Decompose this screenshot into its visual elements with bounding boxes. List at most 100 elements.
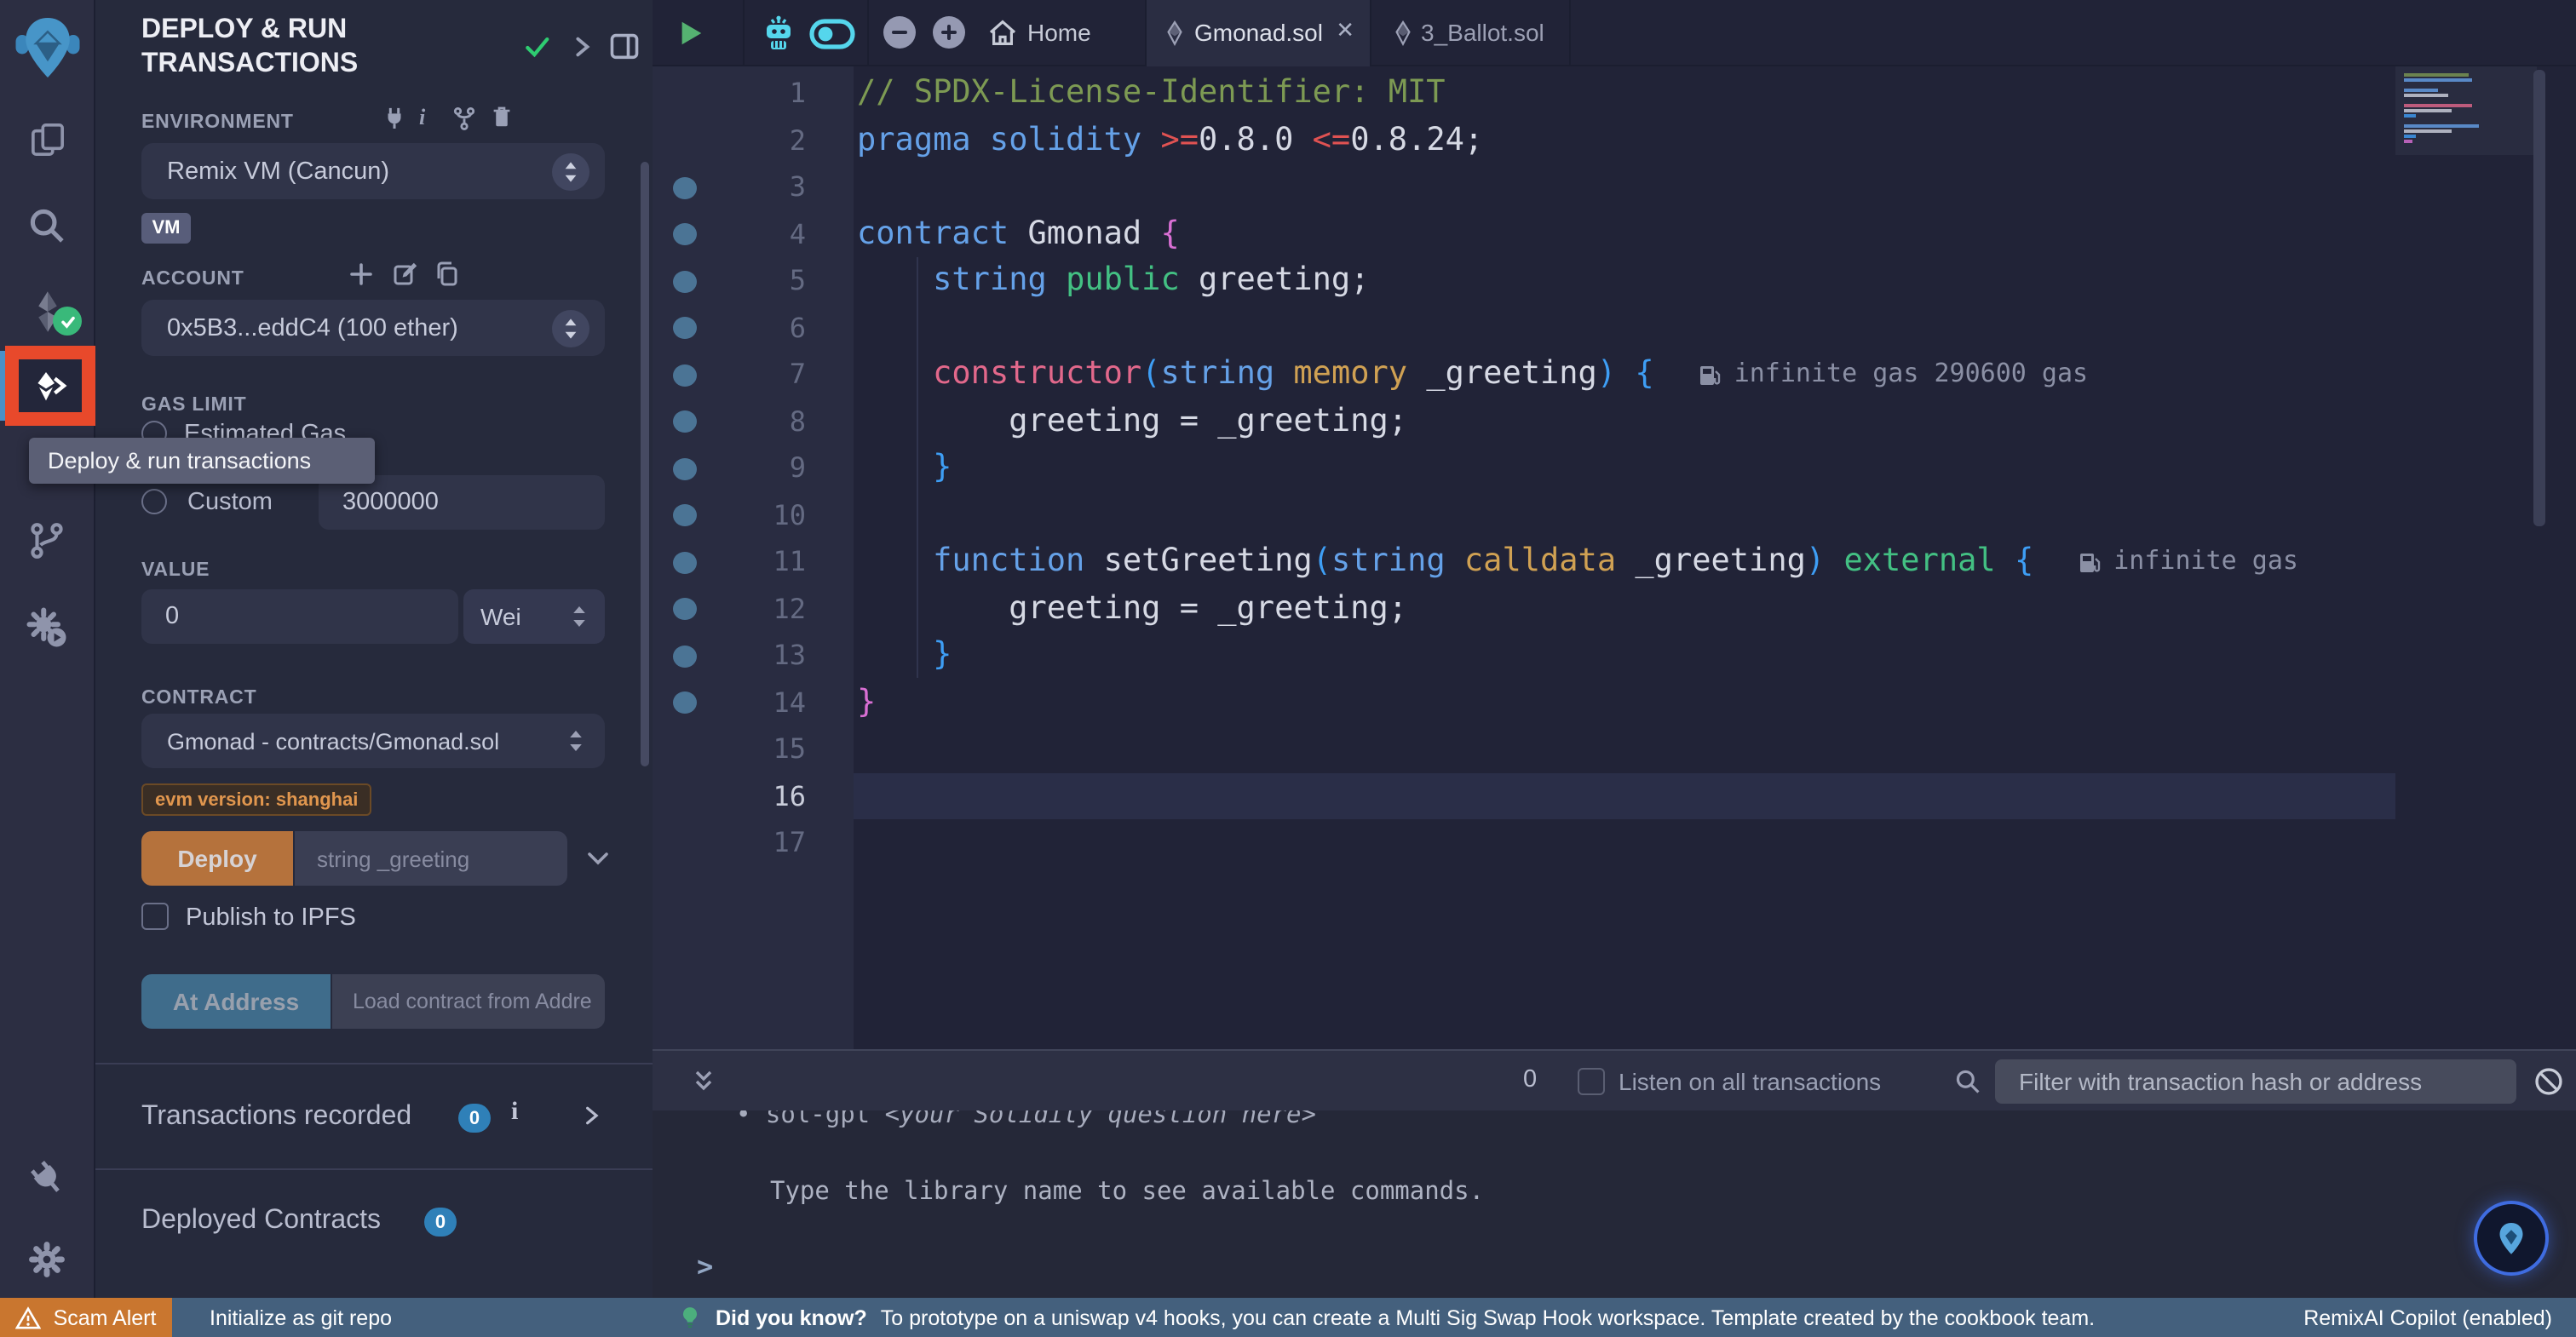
code-line[interactable]	[854, 304, 2395, 351]
tab-close-icon[interactable]: ✕	[1336, 17, 1354, 44]
deploy-arg-input[interactable]	[295, 831, 567, 886]
code-line[interactable]: }	[854, 445, 2395, 491]
code-line[interactable]	[854, 819, 2395, 866]
breakpoint-dot[interactable]	[673, 364, 697, 386]
gutter-row[interactable]: 8	[653, 398, 854, 445]
code-line[interactable]	[854, 491, 2395, 538]
ai-robot-icon[interactable]	[758, 15, 799, 60]
copilot-status[interactable]: RemixAI Copilot (enabled)	[2303, 1298, 2552, 1337]
breakpoint-dot[interactable]	[673, 551, 697, 573]
code-line[interactable]	[854, 164, 2395, 210]
gutter-row[interactable]: 1	[653, 70, 854, 117]
at-address-input[interactable]	[332, 974, 605, 1029]
git-init-button[interactable]: Initialize as git repo	[210, 1298, 392, 1337]
account-copy-icon[interactable]	[433, 261, 460, 296]
breakpoint-dot[interactable]	[673, 691, 697, 714]
code-line[interactable]: contract Gmonad {	[854, 210, 2395, 257]
remix-logo-icon[interactable]	[0, 14, 94, 82]
settings-gear-icon[interactable]	[0, 1240, 94, 1279]
breakpoint-dot[interactable]	[673, 317, 697, 339]
minimap[interactable]	[2395, 66, 2516, 1049]
code-line[interactable]: function setGreeting(string calldata _gr…	[854, 538, 2395, 585]
breakpoint-dot[interactable]	[673, 176, 697, 198]
gutter-row[interactable]: 2	[653, 117, 854, 164]
code-editor[interactable]: 1234567891011121314151617 // SPDX-Licens…	[653, 66, 2576, 1049]
breakpoint-dot[interactable]	[673, 270, 697, 292]
search-icon[interactable]	[0, 206, 94, 245]
gutter-row[interactable]: 7	[653, 351, 854, 398]
breakpoint-dot[interactable]	[673, 410, 697, 433]
remix-ai-assistant-button[interactable]	[2474, 1201, 2549, 1276]
custom-gas-radio[interactable]	[141, 489, 167, 514]
plugin-manager-icon[interactable]	[0, 1158, 94, 1199]
transactions-expand-icon[interactable]	[579, 1104, 603, 1136]
account-stepper-icon[interactable]	[552, 309, 589, 355]
gutter-row[interactable]: 15	[653, 726, 854, 772]
file-explorer-icon[interactable]	[0, 119, 94, 160]
value-input[interactable]	[141, 589, 458, 644]
git-icon[interactable]	[0, 521, 94, 560]
account-edit-icon[interactable]	[392, 261, 419, 296]
collapse-terminal-icon[interactable]	[690, 1068, 717, 1104]
home-icon[interactable]	[986, 17, 1019, 58]
tab-gmonad-sol[interactable]: Gmonad.sol ✕	[1145, 0, 1371, 66]
breakpoint-dot[interactable]	[673, 223, 697, 245]
environment-select[interactable]: Remix VM (Cancun)	[141, 143, 605, 199]
home-tab-label[interactable]: Home	[1027, 19, 1091, 46]
clear-terminal-icon[interactable]	[2533, 1066, 2564, 1105]
gutter-row[interactable]: 13	[653, 632, 854, 679]
breakpoint-dot[interactable]	[673, 645, 697, 667]
breakpoint-dot[interactable]	[673, 457, 697, 479]
gutter-row[interactable]: 12	[653, 585, 854, 632]
environment-info-icon[interactable]: i	[419, 104, 425, 131]
gutter-row[interactable]: 9	[653, 445, 854, 491]
code-line[interactable]: // SPDX-License-Identifier: MIT	[854, 70, 2395, 117]
code-line[interactable]: }	[854, 632, 2395, 679]
breakpoint-dot[interactable]	[673, 504, 697, 526]
value-unit-select[interactable]: Wei	[463, 589, 605, 644]
deploy-expand-chevron-icon[interactable]	[584, 845, 612, 881]
deploy-button[interactable]: Deploy	[141, 831, 293, 886]
listen-transactions-checkbox[interactable]	[1578, 1068, 1605, 1095]
terminal-search-icon[interactable]	[1954, 1068, 1981, 1104]
zoom-out-icon[interactable]	[883, 15, 917, 58]
gutter-row[interactable]: 6	[653, 304, 854, 351]
code-lines[interactable]: // SPDX-License-Identifier: MITpragma so…	[854, 66, 2395, 1049]
environment-plug-icon[interactable]	[382, 106, 407, 140]
terminal-output[interactable]: • sol-gpt <your Solidity question here> …	[653, 1110, 2576, 1298]
code-line[interactable]: string public greeting;	[854, 257, 2395, 304]
scam-alert-button[interactable]: Scam Alert	[0, 1298, 172, 1337]
editor-scrollbar[interactable]	[2533, 70, 2545, 526]
deploy-run-icon[interactable]	[19, 359, 82, 412]
gutter-row[interactable]: 17	[653, 819, 854, 866]
pin-panel-icon[interactable]	[608, 31, 641, 72]
at-address-button[interactable]: At Address	[141, 974, 331, 1029]
gutter-row[interactable]: 10	[653, 491, 854, 538]
gutter-row[interactable]: 14	[653, 679, 854, 726]
gutter-row[interactable]: 4	[653, 210, 854, 257]
code-line[interactable]: greeting = _greeting;	[854, 398, 2395, 445]
account-add-icon[interactable]	[348, 261, 375, 296]
solidity-unit-testing-icon[interactable]	[0, 606, 94, 649]
tab-label[interactable]: Gmonad.sol	[1194, 19, 1323, 46]
code-line[interactable]	[854, 772, 2395, 819]
code-line[interactable]: pragma solidity >=0.8.0 <=0.8.24;	[854, 117, 2395, 164]
copilot-toggle-icon[interactable]	[809, 19, 855, 58]
transactions-info-icon[interactable]: i	[511, 1099, 518, 1128]
tab-label[interactable]: 3_Ballot.sol	[1421, 19, 1544, 46]
code-line[interactable]: constructor(string memory _greeting) {in…	[854, 351, 2395, 398]
gutter-row[interactable]: 3	[653, 164, 854, 210]
tab-ballot-sol[interactable]: 3_Ballot.sol	[1375, 0, 1571, 66]
solidity-compiler-icon[interactable]	[0, 286, 94, 337]
publish-ipfs-checkbox[interactable]	[141, 903, 169, 930]
code-line[interactable]	[854, 726, 2395, 772]
contract-select[interactable]: Gmonad - contracts/Gmonad.sol	[141, 714, 605, 768]
code-line[interactable]: greeting = _greeting;	[854, 585, 2395, 632]
panel-expand-chevron-icon[interactable]	[569, 34, 595, 68]
gutter-row[interactable]: 5	[653, 257, 854, 304]
breakpoint-dot[interactable]	[673, 598, 697, 620]
environment-delete-icon[interactable]	[489, 104, 515, 138]
zoom-in-icon[interactable]	[932, 15, 966, 58]
run-script-play-icon[interactable]	[676, 19, 705, 56]
account-select[interactable]: 0x5B3...eddC4 (100 ether)	[141, 300, 605, 356]
